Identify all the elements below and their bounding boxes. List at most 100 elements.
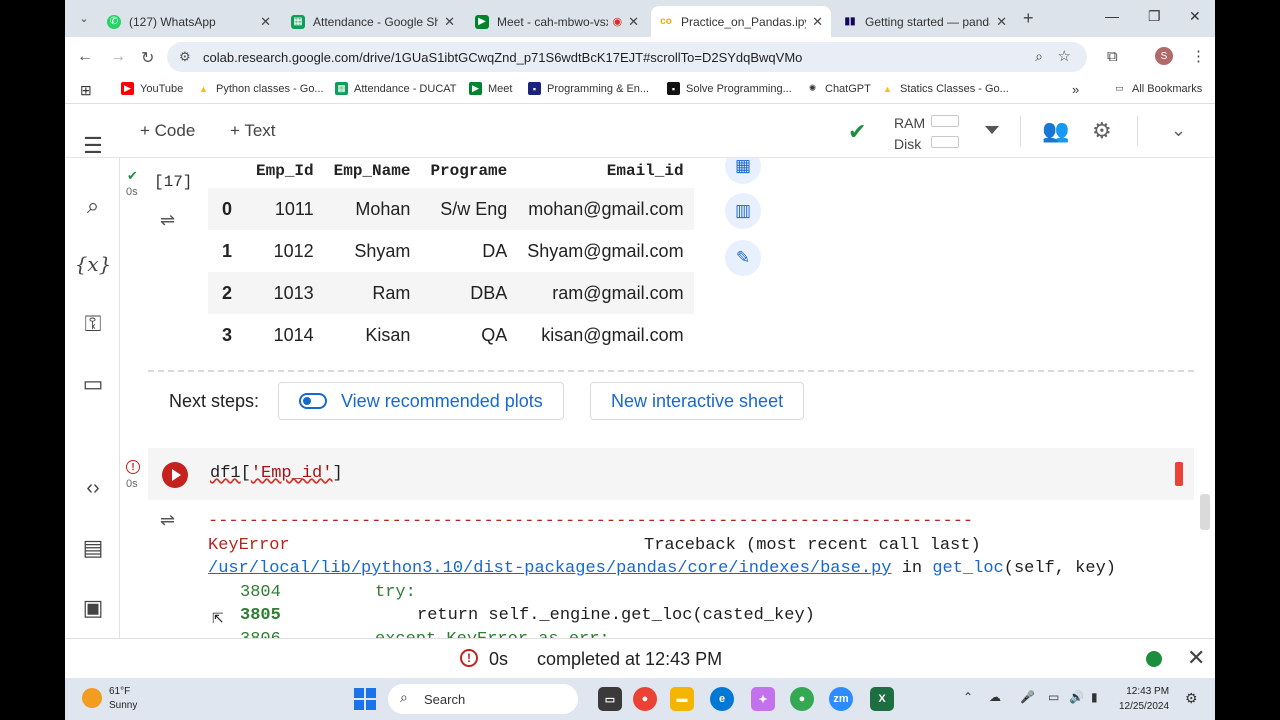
command-palette-icon[interactable]: ▤ <box>79 534 107 562</box>
bookmark-youtube[interactable]: ▶ YouTube <box>121 82 183 95</box>
traceback-location: /usr/local/lib/python3.10/dist-packages/… <box>208 559 1116 578</box>
close-icon[interactable]: ✕ <box>260 14 271 30</box>
chrome-profile-icon[interactable]: ● <box>790 687 814 711</box>
system-clock[interactable]: 12:43 PM 12/25/2024 <box>1119 684 1169 714</box>
sheets-icon: ▦ <box>335 82 348 95</box>
window-close-icon[interactable]: ✕ <box>1189 8 1201 25</box>
code-line[interactable]: df1['Emp_id'] <box>210 464 343 483</box>
status-time: 0s <box>489 649 509 669</box>
more-bookmarks-icon[interactable]: » <box>1072 82 1079 97</box>
traceback-line: 3804 try: <box>240 583 416 602</box>
run-cell-button[interactable] <box>162 462 188 488</box>
output-toggle-icon[interactable]: ⇌ <box>160 510 175 531</box>
tab-meet[interactable]: ▶ Meet - cah-mbwo-vsx ◉ ✕ <box>467 6 647 37</box>
bookmark-attendance[interactable]: ▦ Attendance - DUCAT <box>335 82 457 95</box>
tab-title: Attendance - Google Sheets <box>313 14 439 29</box>
all-bookmarks[interactable]: ▭ All Bookmarks <box>1113 82 1202 95</box>
zoom-app-icon[interactable]: zm <box>829 687 853 711</box>
notifications-icon[interactable]: ⚙ <box>1185 690 1198 707</box>
code-text: return self._engine.get_loc(casted_key) <box>417 606 815 625</box>
add-text-button[interactable]: + Text <box>230 121 276 141</box>
tab-attendance[interactable]: ▦ Attendance - Google Sheets ✕ <box>283 6 463 37</box>
battery-icon[interactable]: ▮ <box>1091 690 1098 704</box>
variables-icon[interactable]: {x} <box>75 250 112 278</box>
site-info-icon[interactable]: ⚙ <box>179 49 191 65</box>
table-cell: DA <box>482 240 508 261</box>
tray-expand-icon[interactable]: ⌃ <box>963 690 973 704</box>
bookmark-statics[interactable]: ▲ Statics Classes - Go... <box>881 82 1009 95</box>
bookmark-solve-programming[interactable]: ▪ Solve Programming... <box>667 82 792 95</box>
terminal-icon[interactable]: ▣ <box>79 594 107 622</box>
close-icon[interactable]: ✕ <box>996 14 1007 30</box>
file-link[interactable]: /usr/local/lib/python3.10/dist-packages/… <box>208 559 892 578</box>
tab-search-icon[interactable]: ⌄ <box>75 9 93 27</box>
table-view-icon[interactable]: ▦ <box>725 158 761 184</box>
file-explorer-icon[interactable]: ▬ <box>670 687 694 711</box>
tab-title: (127) WhatsApp <box>129 14 216 29</box>
bookmark-chatgpt[interactable]: ✺ ChatGPT <box>806 82 871 95</box>
toc-icon[interactable]: ☰ <box>79 132 107 160</box>
extensions-icon[interactable]: ⧉ <box>1107 48 1118 65</box>
reload-icon[interactable]: ↻ <box>141 48 154 68</box>
new-interactive-sheet-button[interactable]: New interactive sheet <box>590 382 805 420</box>
chrome-icon[interactable]: ● <box>633 687 657 711</box>
close-icon[interactable]: ✕ <box>628 14 639 30</box>
files-folder-icon[interactable]: ▭ <box>79 370 107 398</box>
profile-avatar[interactable]: S <box>1155 47 1173 65</box>
bookmark-python-classes[interactable]: ▲ Python classes - Go... <box>197 82 324 95</box>
apps-icon[interactable]: ⊞ <box>80 82 92 99</box>
resources-indicator[interactable]: RAM Disk <box>894 113 925 155</box>
output-toggle-icon[interactable]: ⇌ <box>160 210 175 231</box>
excel-icon[interactable]: X <box>870 687 894 711</box>
restore-icon[interactable]: ❐ <box>1148 8 1161 25</box>
menu-icon[interactable]: ⋮ <box>1191 47 1206 65</box>
minimize-icon[interactable]: — <box>1105 8 1119 24</box>
clock-date: 12/25/2024 <box>1119 701 1170 712</box>
display-icon[interactable]: ▭ <box>1048 690 1059 704</box>
magic-edit-icon[interactable]: ✎ <box>725 240 761 276</box>
chatgpt-icon: ✺ <box>808 83 817 93</box>
table-cell: 1013 <box>246 272 324 314</box>
close-icon[interactable]: ✕ <box>812 14 823 30</box>
pandas-icon: ▮▮ <box>844 16 856 27</box>
exec-success-icon: ✔ <box>127 168 138 183</box>
settings-gear-icon[interactable]: ⚙ <box>1092 118 1112 144</box>
runtime-dropdown-icon[interactable] <box>985 126 999 134</box>
weather-widget[interactable]: 61°F Sunny <box>109 685 137 713</box>
table-row: 0 1011 Mohan S/w Eng mohan@gmail.com <box>208 188 694 230</box>
bookmark-programming[interactable]: ▪ Programming & En... <box>528 82 649 95</box>
tab-colab[interactable]: co Practice_on_Pandas.ipynb ✕ <box>651 6 831 37</box>
forward-icon[interactable]: → <box>110 48 126 66</box>
add-code-button[interactable]: + Code <box>140 121 195 141</box>
view-recommended-plots-button[interactable]: View recommended plots <box>278 382 564 420</box>
scrollbar[interactable] <box>1200 494 1210 530</box>
search-icon[interactable]: ⌕ <box>79 192 107 220</box>
new-tab-icon[interactable]: + <box>1023 8 1034 29</box>
windows-start-icon[interactable] <box>354 688 376 710</box>
volume-icon[interactable]: 🔊 <box>1069 690 1084 704</box>
next-steps-label: Next steps: <box>169 391 260 411</box>
sheets-icon: ▦ <box>291 14 305 29</box>
collapse-chevron-icon[interactable]: ⌄ <box>1171 120 1186 141</box>
network-icon[interactable]: ☁ <box>989 690 1001 704</box>
chart-suggest-icon[interactable]: ▥ <box>725 193 761 229</box>
tab-whatsapp[interactable]: ✆ (127) WhatsApp ✕ <box>99 6 279 37</box>
secrets-key-icon[interactable]: ⚿ <box>79 310 107 338</box>
task-view-icon[interactable]: ▭ <box>598 687 622 711</box>
code-token: ] <box>332 464 343 483</box>
tab-pandas[interactable]: ▮▮ Getting started — pandas ✕ <box>835 6 1015 37</box>
bookmark-star-icon[interactable]: ☆ <box>1058 47 1071 65</box>
microphone-icon[interactable]: 🎤 <box>1020 690 1035 704</box>
line-number: 3806 <box>240 630 281 638</box>
close-icon[interactable]: ✕ <box>444 14 455 30</box>
edge-icon[interactable]: e <box>710 687 734 711</box>
share-people-icon[interactable]: 👥 <box>1042 118 1069 144</box>
bookmark-meet[interactable]: ▶ Meet <box>469 82 512 95</box>
copilot-icon[interactable]: ✦ <box>751 687 775 711</box>
zoom-icon[interactable]: ⌕ <box>1035 48 1043 65</box>
code-snippets-icon[interactable]: ‹› <box>79 474 107 502</box>
close-icon[interactable]: ✕ <box>1187 645 1205 671</box>
taskbar-search[interactable]: ⌕ Search <box>388 684 578 714</box>
back-icon[interactable]: ← <box>77 48 93 66</box>
address-bar[interactable]: ⚙ colab.research.google.com/drive/1GUaS1… <box>167 42 1087 72</box>
